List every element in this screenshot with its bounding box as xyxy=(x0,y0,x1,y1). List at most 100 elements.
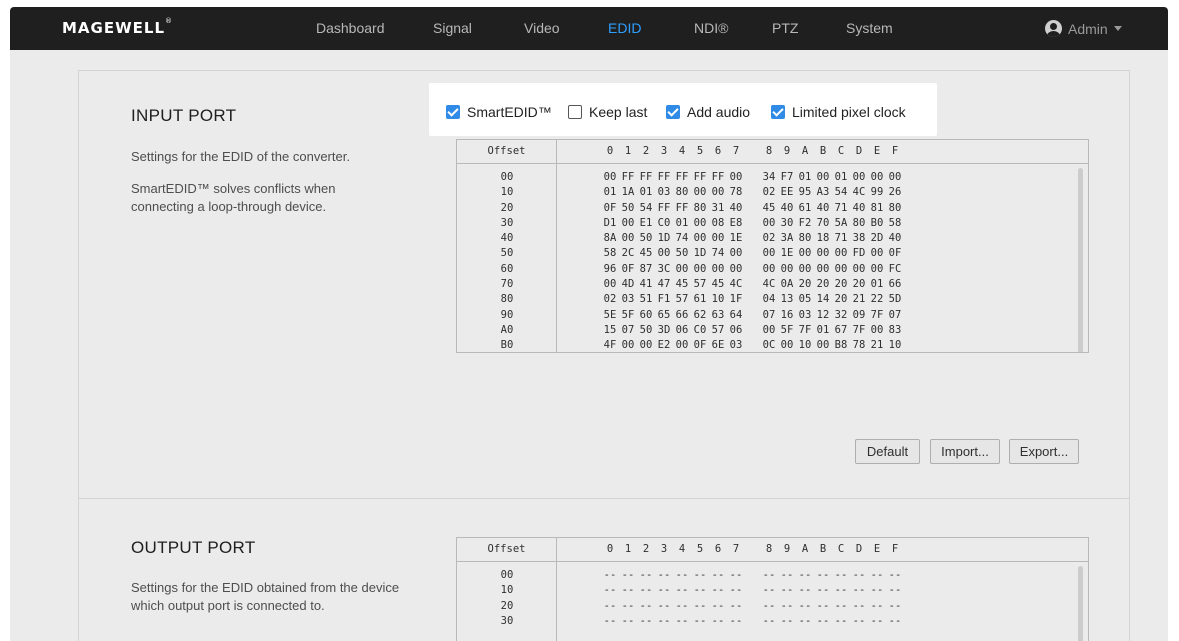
hex-byte[interactable]: 71 xyxy=(832,201,850,216)
nav-video[interactable]: Video xyxy=(524,20,560,36)
hex-byte[interactable]: 00 xyxy=(709,231,727,246)
hex-byte[interactable]: 5E xyxy=(601,308,619,323)
hex-byte[interactable]: 07 xyxy=(886,308,904,323)
hex-byte[interactable]: C0 xyxy=(655,216,673,231)
hex-byte[interactable]: 00 xyxy=(727,170,745,185)
hex-byte[interactable]: 1D xyxy=(655,231,673,246)
user-menu[interactable]: Admin xyxy=(1045,20,1122,37)
hex-byte[interactable]: 5D xyxy=(886,292,904,307)
hex-byte[interactable]: 09 xyxy=(850,308,868,323)
hex-byte[interactable]: 04 xyxy=(760,292,778,307)
hex-byte[interactable]: 40 xyxy=(778,201,796,216)
hex-byte[interactable]: -- xyxy=(727,599,745,614)
hex-byte[interactable]: 3C xyxy=(655,262,673,277)
magewell-logo[interactable]: MAGEWELL® xyxy=(62,17,173,37)
hex-byte[interactable]: 00 xyxy=(760,246,778,261)
hex-byte[interactable]: -- xyxy=(796,599,814,614)
hex-byte[interactable]: -- xyxy=(727,583,745,598)
hex-byte[interactable]: -- xyxy=(673,583,691,598)
hex-byte[interactable]: 01 xyxy=(796,170,814,185)
checkbox-checked-icon[interactable] xyxy=(771,105,785,119)
hex-byte[interactable]: 02 xyxy=(760,231,778,246)
hex-byte[interactable]: FF xyxy=(619,170,637,185)
hex-byte[interactable]: 96 xyxy=(601,262,619,277)
hex-byte[interactable]: 00 xyxy=(868,170,886,185)
hex-byte[interactable]: 80 xyxy=(796,231,814,246)
hex-byte[interactable]: F2 xyxy=(796,216,814,231)
hex-byte[interactable]: 14 xyxy=(814,292,832,307)
hex-byte[interactable]: -- xyxy=(727,614,745,629)
hex-byte[interactable]: 13 xyxy=(778,292,796,307)
hex-byte[interactable]: -- xyxy=(637,599,655,614)
hex-byte[interactable]: -- xyxy=(655,583,673,598)
hex-byte[interactable]: 00 xyxy=(727,262,745,277)
scrollbar[interactable] xyxy=(1078,566,1083,641)
hex-byte[interactable]: 81 xyxy=(868,201,886,216)
hex-byte[interactable]: 01 xyxy=(814,323,832,338)
hex-byte[interactable]: -- xyxy=(886,614,904,629)
hex-byte[interactable]: -- xyxy=(778,583,796,598)
hex-byte[interactable]: 21 xyxy=(850,292,868,307)
hex-byte[interactable]: FF xyxy=(637,170,655,185)
hex-byte[interactable]: 03 xyxy=(655,185,673,200)
hex-byte[interactable]: 00 xyxy=(760,323,778,338)
hex-byte[interactable]: FF xyxy=(673,170,691,185)
hex-byte[interactable]: 20 xyxy=(814,277,832,292)
hex-byte[interactable]: 01 xyxy=(637,185,655,200)
hex-byte[interactable]: 2D xyxy=(868,231,886,246)
hex-byte[interactable]: 83 xyxy=(886,323,904,338)
hex-byte[interactable]: -- xyxy=(886,568,904,583)
hex-byte[interactable]: 32 xyxy=(832,308,850,323)
hex-byte[interactable]: 58 xyxy=(601,246,619,261)
hex-byte[interactable]: 00 xyxy=(655,246,673,261)
hex-byte[interactable]: 02 xyxy=(601,292,619,307)
hex-byte[interactable]: B0 xyxy=(868,216,886,231)
checkbox-unchecked-icon[interactable] xyxy=(568,105,582,119)
hex-byte[interactable]: 40 xyxy=(886,231,904,246)
hex-byte[interactable]: -- xyxy=(868,599,886,614)
hex-byte[interactable]: 38 xyxy=(850,231,868,246)
hex-byte[interactable]: 10 xyxy=(796,338,814,352)
hex-byte[interactable]: -- xyxy=(832,599,850,614)
hex-byte[interactable]: -- xyxy=(760,614,778,629)
hex-byte[interactable]: F1 xyxy=(655,292,673,307)
hex-byte[interactable]: -- xyxy=(850,583,868,598)
hex-byte[interactable]: 7F xyxy=(868,308,886,323)
hex-byte[interactable]: -- xyxy=(850,614,868,629)
hex-byte[interactable]: 00 xyxy=(760,216,778,231)
hex-byte[interactable]: -- xyxy=(601,583,619,598)
export-button[interactable]: Export... xyxy=(1009,439,1079,464)
hex-byte[interactable]: 00 xyxy=(868,323,886,338)
hex-byte[interactable]: -- xyxy=(655,599,673,614)
nav-dashboard[interactable]: Dashboard xyxy=(316,20,385,36)
hex-byte[interactable]: 71 xyxy=(832,231,850,246)
hex-byte[interactable]: 00 xyxy=(778,338,796,352)
hex-byte[interactable]: 00 xyxy=(796,246,814,261)
hex-byte[interactable]: 66 xyxy=(673,308,691,323)
hex-byte[interactable]: A3 xyxy=(814,185,832,200)
hex-byte[interactable]: 00 xyxy=(619,231,637,246)
hex-byte[interactable]: -- xyxy=(814,599,832,614)
hex-byte[interactable]: 1E xyxy=(727,231,745,246)
hex-byte[interactable]: -- xyxy=(778,568,796,583)
hex-byte[interactable]: 4D xyxy=(619,277,637,292)
hex-byte[interactable]: 80 xyxy=(850,216,868,231)
hex-byte[interactable]: 00 xyxy=(691,185,709,200)
hex-byte[interactable]: -- xyxy=(691,614,709,629)
hex-byte[interactable]: 1D xyxy=(691,246,709,261)
hex-byte[interactable]: -- xyxy=(673,599,691,614)
hex-byte[interactable]: -- xyxy=(814,614,832,629)
option-limited-pixel-clock[interactable]: Limited pixel clock xyxy=(771,104,906,120)
hex-byte[interactable]: 00 xyxy=(814,338,832,352)
hex-byte[interactable]: 51 xyxy=(637,292,655,307)
hex-byte[interactable]: -- xyxy=(760,599,778,614)
hex-byte[interactable]: B8 xyxy=(832,338,850,352)
hex-byte[interactable]: 00 xyxy=(814,246,832,261)
hex-byte[interactable]: 03 xyxy=(796,308,814,323)
hex-byte[interactable]: 57 xyxy=(709,323,727,338)
hex-byte[interactable]: -- xyxy=(691,583,709,598)
hex-byte[interactable]: -- xyxy=(601,599,619,614)
hex-byte[interactable]: 00 xyxy=(673,262,691,277)
nav-system[interactable]: System xyxy=(846,20,893,36)
hex-byte[interactable]: 1A xyxy=(619,185,637,200)
